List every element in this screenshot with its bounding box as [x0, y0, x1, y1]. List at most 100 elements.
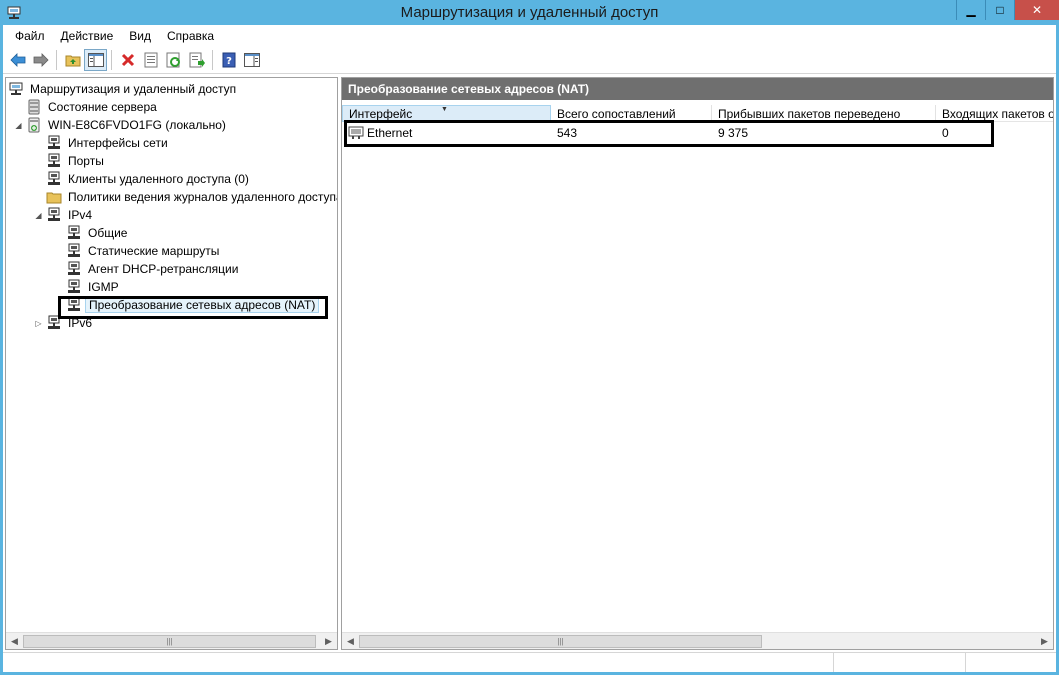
tree-item-label: Общие [88, 226, 128, 240]
show-hide-tree-button[interactable] [84, 48, 107, 71]
tree-item-label: Клиенты удаленного доступа (0) [68, 172, 249, 186]
general-icon [68, 225, 80, 239]
scroll-right-arrow[interactable]: ▶ [320, 633, 337, 650]
up-folder-icon [65, 55, 80, 66]
export-list-button[interactable] [185, 49, 208, 71]
annotation-highlight-box [58, 296, 328, 319]
server-icon [28, 117, 40, 133]
column-header-label: Входящих пакетов о [942, 106, 1053, 121]
up-level-button[interactable] [61, 49, 84, 71]
toolbar: ? [3, 46, 1056, 74]
minimize-button[interactable]: ▁ [956, 0, 985, 20]
close-button[interactable]: ✕ [1014, 0, 1059, 20]
tree-item-label: Политики ведения журналов удаленного дос… [68, 190, 338, 204]
export-list-icon [189, 52, 205, 67]
menu-bar: Файл Действие Вид Справка [3, 25, 1056, 46]
status-cell [3, 653, 834, 672]
status-bar [3, 652, 1056, 672]
network-interface-icon [48, 135, 60, 149]
menu-help[interactable]: Справка [159, 27, 222, 45]
igmp-icon [68, 279, 80, 293]
scroll-thumb[interactable]: ||| [359, 634, 762, 648]
tree-item-ports[interactable]: Порты [6, 152, 337, 170]
window-title: Маршрутизация и удаленный доступ [400, 4, 659, 21]
back-button[interactable] [6, 49, 29, 71]
refresh-button[interactable] [162, 49, 185, 71]
tree-item-label: Статические маршруты [88, 244, 220, 258]
collapse-triangle-icon[interactable]: ◢ [34, 211, 43, 220]
toolbar-separator [212, 49, 213, 70]
help-icon: ? [222, 52, 235, 67]
tree-item-dhcp-relay[interactable]: Агент DHCP-ретрансляции [6, 260, 337, 278]
scroll-right-arrow[interactable]: ▶ [1036, 633, 1053, 650]
status-cell [834, 653, 966, 672]
column-header-label: Интерфейс [349, 106, 413, 121]
title-bar[interactable]: Маршрутизация и удаленный доступ ▁ □ ✕ [0, 0, 1059, 25]
tree-item-label: Порты [68, 154, 104, 168]
expand-triangle-icon[interactable]: ▷ [34, 319, 43, 328]
tree-item-label: Интерфейсы сети [68, 136, 168, 150]
details-pane: Преобразование сетевых адресов (NAT) Инт… [341, 77, 1054, 650]
tree-item-network-interfaces[interactable]: Интерфейсы сети [6, 134, 337, 152]
scroll-left-arrow[interactable]: ◀ [6, 633, 23, 650]
collapse-triangle-icon[interactable]: ◢ [14, 121, 23, 130]
maximize-button[interactable]: □ [985, 0, 1014, 20]
toolbar-separator [56, 49, 57, 70]
tree-item-igmp[interactable]: IGMP [6, 278, 337, 296]
tree-item-routing-root[interactable]: Маршрутизация и удаленный доступ [6, 80, 337, 98]
remote-clients-icon [48, 171, 60, 185]
tree-item-static-routes[interactable]: Статические маршруты [6, 242, 337, 260]
console-tree: Маршрутизация и удаленный доступ Состоян… [6, 80, 337, 332]
tree-item-server-status[interactable]: Состояние сервера [6, 98, 337, 116]
scroll-thumb[interactable]: ||| [23, 634, 316, 648]
server-status-icon [28, 99, 40, 115]
menu-action[interactable]: Действие [53, 27, 122, 45]
delete-icon [121, 53, 134, 66]
scroll-left-arrow[interactable]: ◀ [342, 633, 359, 650]
folder-icon [46, 192, 62, 204]
tree-horizontal-scrollbar[interactable]: ◀ ||| ▶ [6, 632, 337, 649]
details-header: Преобразование сетевых адресов (NAT) [342, 78, 1053, 100]
column-header-label: Прибывших пакетов переведено [718, 106, 901, 121]
window-controls: ▁ □ ✕ [956, 0, 1059, 20]
static-routes-icon [68, 243, 80, 257]
toolbar-separator [111, 49, 112, 70]
tree-item-logging-policies[interactable]: Политики ведения журналов удаленного дос… [6, 188, 337, 206]
tree-item-label: WIN-E8C6FVDO1FG (локально) [48, 118, 226, 132]
routing-icon [9, 82, 23, 95]
action-pane-icon [243, 52, 260, 67]
status-cell [966, 653, 1056, 672]
tree-item-label: IGMP [88, 280, 119, 294]
forward-arrow-icon [33, 52, 49, 67]
forward-button[interactable] [29, 49, 52, 71]
client-area: Файл Действие Вид Справка ? Маршрутизаци… [3, 25, 1056, 672]
list-horizontal-scrollbar[interactable]: ◀ ||| ▶ [342, 632, 1053, 649]
properties-button[interactable] [139, 49, 162, 71]
refresh-icon [166, 52, 180, 67]
console-tree-pane: Маршрутизация и удаленный доступ Состоян… [5, 77, 338, 650]
ports-icon [48, 153, 60, 167]
tree-item-label: Состояние сервера [48, 100, 157, 114]
action-pane-button[interactable] [240, 49, 263, 71]
column-header-label: Всего сопоставлений [557, 106, 676, 121]
tree-item-general[interactable]: Общие [6, 224, 337, 242]
tree-item-ipv4[interactable]: ◢ IPv4 [6, 206, 337, 224]
tree-item-label: Агент DHCP-ретрансляции [88, 262, 239, 276]
tree-item-label: Маршрутизация и удаленный доступ [30, 82, 237, 96]
menu-file[interactable]: Файл [7, 27, 53, 45]
menu-view[interactable]: Вид [121, 27, 159, 45]
back-arrow-icon [9, 52, 25, 67]
dhcp-relay-icon [68, 261, 80, 275]
tree-item-label: IPv4 [68, 208, 93, 222]
annotation-highlight-box [344, 120, 994, 147]
help-button[interactable]: ? [217, 49, 240, 71]
tree-item-server[interactable]: ◢ WIN-E8C6FVDO1FG (локально) [6, 116, 337, 134]
scroll-track[interactable]: ||| [23, 634, 320, 649]
app-window: Маршрутизация и удаленный доступ ▁ □ ✕ Ф… [0, 0, 1059, 675]
show-hide-tree-icon [87, 52, 104, 67]
tree-item-remote-clients[interactable]: Клиенты удаленного доступа (0) [6, 170, 337, 188]
svg-text:?: ? [226, 56, 232, 67]
delete-button[interactable] [116, 49, 139, 71]
sort-down-icon: ▼ [441, 106, 448, 113]
scroll-track[interactable]: ||| [359, 634, 1036, 649]
